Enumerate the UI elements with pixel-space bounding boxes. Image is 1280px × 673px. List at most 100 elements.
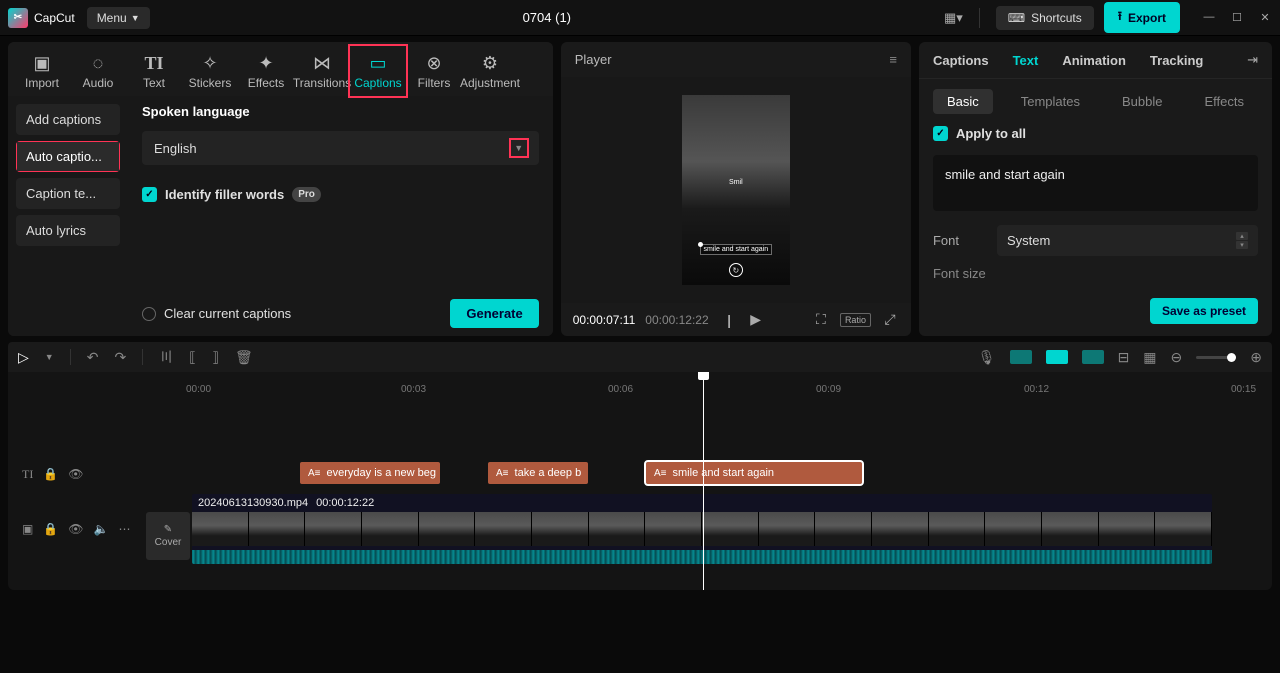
export-button[interactable]: ⭱ Export [1104,2,1180,33]
captions-sidebar: Add captions Auto captio... Caption te..… [8,96,128,336]
tab-captions[interactable]: ▭Captions [350,46,406,96]
ruler-mark: 00:15 [1231,384,1256,395]
tab-text[interactable]: TIText [126,46,182,96]
caption-text-input[interactable]: smile and start again [933,155,1258,211]
fullscreen-icon[interactable]: ⤢ [881,311,899,328]
app-name: CapCut [34,11,75,25]
caption-track-head: TI 🔒 👁 [8,467,146,482]
caption-clip[interactable]: A≡ everyday is a new beg [300,462,440,484]
sidebar-item-add-captions[interactable]: Add captions [16,104,120,135]
subtab-bubble[interactable]: Bubble [1108,89,1176,114]
tab-adjustment[interactable]: ⚙Adjustment [462,46,518,96]
split-icon[interactable]: 〣 [159,347,173,367]
playhead[interactable] [703,372,704,590]
timeline-ruler[interactable]: 00:00 00:03 00:06 00:09 00:12 00:15 [146,378,1272,404]
align-icon[interactable]: ⊟ [1118,349,1130,366]
select-tool-icon[interactable]: ▷ [18,349,29,366]
ruler-mark: 00:12 [1024,384,1049,395]
tab-audio[interactable]: ◌Audio [70,46,126,96]
logo-area: CapCut [8,8,75,28]
fontsize-label: Font size [919,266,1272,285]
prev-frame-icon[interactable]: ||| [719,312,737,328]
export-label: Export [1128,11,1166,25]
mic-icon[interactable]: 🎙 [978,349,996,366]
preview-icon[interactable]: ▦ [1143,349,1156,366]
pencil-icon: ✎ [164,524,172,535]
tab-effects[interactable]: ✦Effects [238,46,294,96]
video-track-icon: ▣ [22,522,33,536]
stickers-icon: ✧ [202,52,217,74]
radio-unchecked-icon [142,307,156,321]
lock-icon[interactable]: 🔒 [43,467,58,481]
audio-icon: ◌ [93,52,104,74]
caption-clip[interactable]: A≡ take a deep b [488,462,588,484]
tab-filters[interactable]: ⊗Filters [406,46,462,96]
close-button[interactable]: ✕ [1258,11,1272,24]
video-clip[interactable]: 20240613130930.mp4 00:00:12:22 [192,494,1212,564]
tab-import[interactable]: ▣Import [14,46,70,96]
tab-animation[interactable]: Animation [1062,53,1126,68]
cover-button[interactable]: ✎ Cover [146,512,190,560]
minimize-button[interactable]: — [1202,11,1216,24]
ratio-button[interactable]: Ratio [840,313,871,327]
magnet-icon[interactable] [1046,350,1068,364]
undo-icon[interactable]: ↶ [87,349,99,366]
tab-captions-inspector[interactable]: Captions [933,53,989,68]
ruler-mark: 00:03 [401,384,426,395]
more-tabs-icon[interactable]: ⇥ [1247,52,1258,68]
trim-left-icon[interactable]: ⟦ [189,349,196,366]
zoom-out-icon[interactable]: ⊖ [1171,349,1183,366]
font-select[interactable]: System ▴▾ [997,225,1258,256]
layout-icon[interactable]: ▦▾ [944,10,963,26]
eye-icon[interactable]: 👁 [68,522,83,536]
shortcuts-label: Shortcuts [1031,11,1082,25]
chevron-down-icon[interactable]: ▼ [45,352,54,362]
zoom-in-icon[interactable]: ⊕ [1250,349,1262,366]
trim-right-icon[interactable]: ⟧ [212,349,219,366]
player-body[interactable]: Smil smile and start again ↻ [561,77,911,303]
subtab-templates[interactable]: Templates [1007,89,1094,114]
rotate-handle-icon: ↻ [729,263,743,277]
titlebar: CapCut Menu ▼ 0704 (1) ▦▾ ⌨ Shortcuts ⭱ … [0,0,1280,36]
tab-transitions[interactable]: ⋈Transitions [294,46,350,96]
zoom-slider[interactable] [1196,356,1236,359]
generate-button[interactable]: Generate [450,299,538,328]
lock-icon[interactable]: 🔒 [43,522,58,536]
scale-icon[interactable]: ⛶ [812,311,830,328]
sidebar-item-auto-lyrics[interactable]: Auto lyrics [16,215,120,246]
caption-clip-selected[interactable]: A≡ smile and start again [646,462,862,484]
eye-icon[interactable]: 👁 [68,467,83,481]
mute-icon[interactable]: 🔈 [94,522,109,536]
filler-label: Identify filler words [165,187,284,202]
language-value: English [154,141,197,156]
play-button[interactable]: ▶ [747,311,765,328]
subtab-basic[interactable]: Basic [933,89,993,114]
snap-toggle-icon[interactable] [1010,350,1032,364]
sidebar-item-caption-templates[interactable]: Caption te... [16,178,120,209]
apply-all-label: Apply to all [956,126,1026,141]
tab-stickers[interactable]: ✧Stickers [182,46,238,96]
subtab-effects[interactable]: Effects [1190,89,1258,114]
filters-icon: ⊗ [426,52,441,74]
clear-captions-row[interactable]: Clear current captions [142,306,291,321]
apply-all-row[interactable]: ✓ Apply to all [919,124,1272,151]
save-preset-button[interactable]: Save as preset [1150,298,1258,324]
tab-tracking[interactable]: Tracking [1150,53,1203,68]
caption-clip-icon: A≡ [654,468,667,479]
menu-button[interactable]: Menu ▼ [87,7,150,29]
redo-icon[interactable]: ↷ [114,349,126,366]
timeline[interactable]: 00:00 00:03 00:06 00:09 00:12 00:15 TI 🔒… [8,372,1272,590]
link-icon[interactable] [1082,350,1104,364]
identify-filler-row[interactable]: ✓ Identify filler words Pro [142,187,539,202]
language-select[interactable]: English ▼ [142,131,539,165]
delete-icon[interactable]: 🗑 [235,349,253,366]
tab-text-inspector[interactable]: Text [1013,53,1039,68]
shortcuts-button[interactable]: ⌨ Shortcuts [996,6,1094,30]
player-header: Player ≡ [561,42,911,77]
more-icon[interactable]: ⋯ [118,522,130,536]
maximize-button[interactable]: ☐ [1230,11,1244,24]
stepper-icon[interactable]: ▴▾ [1236,232,1248,249]
sidebar-item-auto-captions[interactable]: Auto captio... [16,141,120,172]
player-menu-icon[interactable]: ≡ [889,52,897,67]
audio-waveform [192,550,1212,564]
